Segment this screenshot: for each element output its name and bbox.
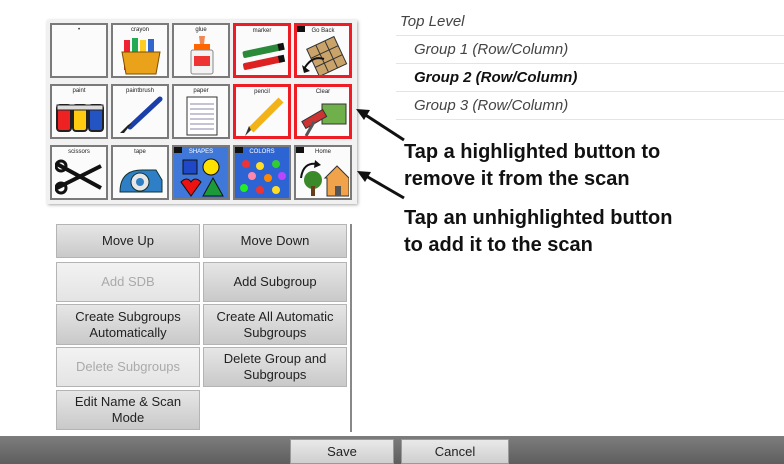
clear-icon [301,103,347,136]
delete-subgroups-button[interactable]: Delete Subgroups [56,347,200,387]
cell-label: tape [134,149,146,155]
marker-icon [242,42,286,70]
cell-shapes[interactable]: SHAPES [172,145,230,200]
cell-label: scissors [68,149,90,155]
paintbrush-icon [120,96,163,133]
cell-pencil[interactable]: pencil [233,84,291,139]
action-button-panel: Move Up Move Down Add SDB Add Subgroup C… [54,224,352,432]
add-sdb-button[interactable]: Add SDB [56,262,200,302]
cell-dot[interactable]: • [50,23,108,78]
cell-crayon[interactable]: crayon [111,23,169,78]
cancel-button[interactable]: Cancel [401,439,509,464]
cell-home[interactable]: Home [294,145,352,200]
cell-label: paper [193,88,209,94]
cell-scissors[interactable]: scissors [50,145,108,200]
tree-top-level[interactable]: Top Level [396,8,784,36]
paint-icon [56,104,104,132]
cell-label: Home [314,149,331,155]
annotation-line: Tap a highlighted button to [404,141,661,163]
arrow-head [356,109,370,120]
tree-group-3[interactable]: Group 3 (Row/Column) [396,92,784,120]
cell-paper[interactable]: paper [172,84,230,139]
cell-clear[interactable]: Clear [294,84,352,139]
cell-colors[interactable]: COLORS [233,145,291,200]
cell-label: Clear [315,89,331,95]
cell-label: • [77,27,81,33]
delete-group-and-subgroups-button[interactable]: Delete Group and Subgroups [203,347,347,387]
symbol-grid: • crayon glue marker Go Back paint paint… [47,20,357,204]
cell-label: SHAPES [188,149,214,155]
annotation-line: Tap an unhighlighted button [404,207,673,229]
cell-tape[interactable]: tape [111,145,169,200]
scissors-icon [55,159,102,195]
cell-paintbrush[interactable]: paintbrush [111,84,169,139]
cell-label: paintbrush [125,88,155,94]
annotation-add: Tap an unhighlighted button to add it to… [404,205,672,259]
cell-paint[interactable]: paint [50,84,108,139]
cell-label: Go Back [311,28,335,34]
go-back-icon [302,35,348,75]
cell-label: COLORS [249,149,275,155]
create-subgroups-automatically-button[interactable]: Create Subgroups Automatically [56,304,200,345]
cell-glue[interactable]: glue [172,23,230,78]
cell-label: glue [195,27,207,33]
move-up-button[interactable]: Move Up [56,224,200,258]
cell-label: crayon [130,27,149,33]
annotation-line: remove it from the scan [404,168,630,190]
cell-label: marker [252,28,272,34]
tape-icon [119,169,163,193]
cell-marker[interactable]: marker [233,23,291,78]
cell-go-back[interactable]: Go Back [294,23,352,78]
shapes-icon [180,158,224,197]
colors-icon [240,160,286,194]
pencil-icon [245,97,284,136]
create-all-automatic-subgroups-button[interactable]: Create All Automatic Subgroups [203,304,347,345]
cell-label: paint [72,88,86,94]
tree-group-1[interactable]: Group 1 (Row/Column) [396,36,784,64]
cell-label: pencil [254,89,270,95]
paper-icon [186,96,218,136]
arrow-line [365,174,405,200]
annotation-remove: Tap a highlighted button to remove it fr… [404,139,660,193]
bottom-bar: Save Cancel [0,436,784,464]
move-down-button[interactable]: Move Down [203,224,347,258]
edit-name-scan-mode-button[interactable]: Edit Name & Scan Mode [56,390,200,430]
crayon-icon [121,38,161,75]
save-button[interactable]: Save [290,439,394,464]
add-subgroup-button[interactable]: Add Subgroup [203,262,347,302]
glue-icon [190,36,214,75]
annotation-line: to add it to the scan [404,234,593,256]
tree-group-2[interactable]: Group 2 (Row/Column) [396,64,784,92]
home-icon [300,160,349,197]
group-tree: Top Level Group 1 (Row/Column) Group 2 (… [396,8,784,120]
